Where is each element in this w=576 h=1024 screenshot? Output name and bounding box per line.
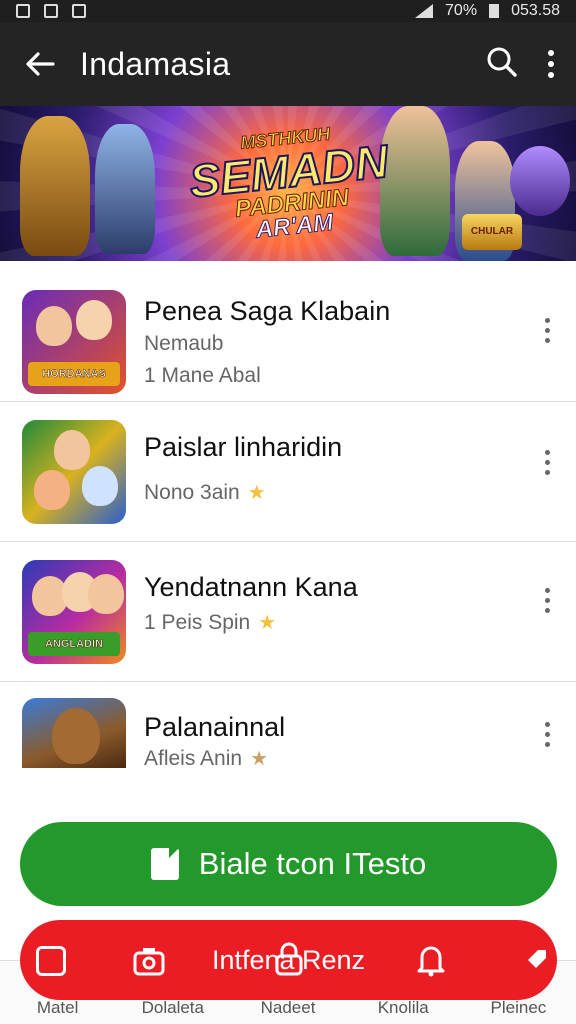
game-title: Yendatnann Kana	[144, 572, 358, 602]
notification-icons	[16, 4, 86, 18]
nav-label: Matel	[36, 998, 79, 1017]
primary-action-label: Biale tcon ITesto	[198, 846, 427, 881]
more-vertical-icon[interactable]	[545, 588, 550, 613]
banner-creature	[510, 146, 570, 216]
game-subtitle-text: Afleis Anin	[144, 746, 243, 770]
list-item[interactable]: ANGLADIN Yendatnann Kana 1 Peis Spin ★	[0, 542, 576, 682]
game-detail: 1 Mane Abal	[144, 364, 261, 388]
nav-label: Pleinec	[490, 998, 547, 1017]
search-icon[interactable]	[486, 46, 518, 83]
game-thumbnail	[22, 420, 126, 524]
game-thumbnail	[22, 698, 126, 768]
more-vertical-icon[interactable]	[545, 450, 550, 475]
battery-percent: 70%	[445, 2, 478, 19]
tag-icon	[524, 946, 550, 981]
featured-banner[interactable]: MSTHKUH SEMADN PADRININ AR'AM CHULAR	[0, 106, 576, 261]
game-subtitle-text: Nemaub	[144, 332, 224, 355]
game-thumbnail: HORDANAS	[22, 290, 126, 394]
camera-icon	[132, 944, 166, 985]
square-icon	[36, 946, 66, 976]
app-bar: Indamasia	[0, 22, 576, 106]
banner-hero-warrior	[20, 116, 90, 256]
list-item[interactable]: Paislar linharidin Nono 3ain ★	[0, 402, 576, 542]
list-item[interactable]: Palanainnal Afleis Anin ★	[0, 682, 576, 822]
nav-label: Knolila	[377, 998, 429, 1017]
secondary-action-button[interactable]: Intfena Renz	[20, 920, 557, 1000]
clock: 053.58	[511, 2, 560, 19]
status-bar: 70% 053.58	[0, 0, 576, 22]
nav-label: Dolaleta	[141, 998, 204, 1017]
star-icon: ★	[250, 748, 268, 770]
game-subtitle-text: Nono 3ain	[144, 480, 240, 504]
banner-hero-boy	[380, 106, 450, 256]
more-vertical-icon[interactable]	[545, 318, 550, 343]
document-icon	[150, 848, 179, 880]
list-item[interactable]: HORDANAS Penea Saga Klabain Nemaub 1 Man…	[0, 262, 576, 402]
banner-crest: CHULAR	[462, 214, 522, 250]
game-subtitle-text: 1 Peis Spin	[144, 610, 251, 634]
nav-label: Nadeet	[260, 998, 316, 1017]
page-title: Indamasia	[80, 45, 231, 82]
more-vertical-icon[interactable]	[548, 50, 554, 78]
lock-icon	[272, 942, 306, 985]
thumbnail-caption: ANGLADIN	[28, 632, 120, 656]
game-subtitle: Nemaub	[144, 332, 223, 356]
image-icon	[44, 4, 58, 18]
game-subtitle: 1 Peis Spin ★	[144, 610, 276, 635]
game-title: Palanainnal	[144, 712, 286, 742]
signal-icon	[415, 4, 434, 18]
banner-hero-knight	[95, 124, 155, 254]
more-vertical-icon[interactable]	[545, 722, 550, 747]
banner-logo: MSTHKUH SEMADN PADRININ AR'AM	[185, 118, 396, 249]
game-title: Penea Saga Klabain	[144, 296, 391, 326]
primary-action-button[interactable]: Biale tcon ITesto	[20, 822, 557, 906]
arrow-left-icon[interactable]	[0, 51, 80, 77]
battery-icon	[489, 4, 500, 18]
bell-icon	[414, 942, 448, 985]
notification-icon	[16, 4, 30, 18]
thumbnail-caption: HORDANAS	[28, 362, 120, 386]
photo-icon	[72, 4, 86, 18]
game-detail-text: 1 Mane Abal	[144, 364, 261, 387]
game-title: Paislar linharidin	[144, 432, 343, 462]
game-subtitle: Nono 3ain ★	[144, 480, 266, 505]
star-icon: ★	[258, 612, 277, 634]
star-icon: ★	[247, 482, 266, 504]
game-list: HORDANAS Penea Saga Klabain Nemaub 1 Man…	[0, 262, 576, 822]
game-subtitle: Afleis Anin ★	[144, 746, 268, 771]
game-thumbnail: ANGLADIN	[22, 560, 126, 664]
